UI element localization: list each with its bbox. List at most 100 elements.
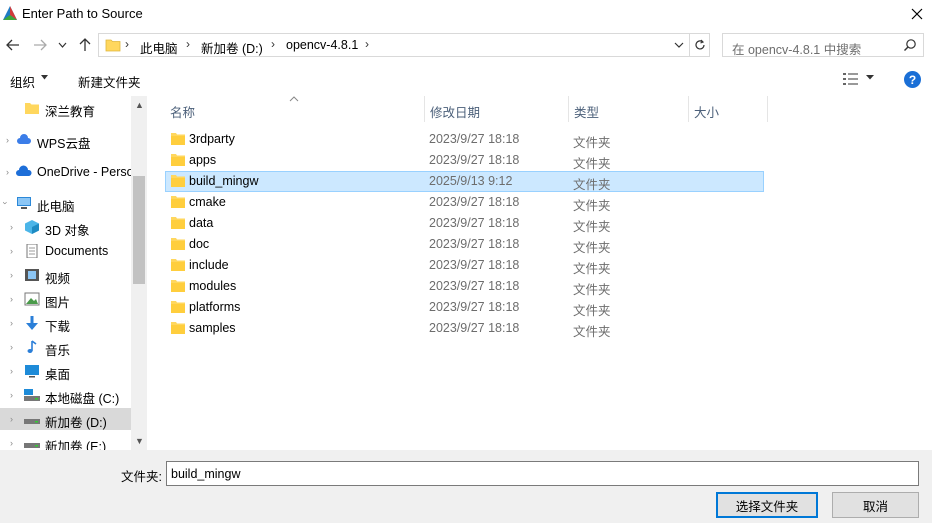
nav-item-drive-c[interactable]: › 本地磁盘 (C:) [0, 384, 131, 406]
forward-button[interactable] [31, 36, 49, 54]
nav-item-label: 新加卷 (D:) [45, 416, 107, 430]
nav-item-wps-cloud[interactable]: › WPS云盘 [0, 129, 131, 151]
breadcrumb-opencv[interactable]: opencv-4.8.1 [286, 38, 358, 52]
table-row[interactable]: include 2023/9/27 18:18 文件夹 [165, 255, 764, 276]
nav-item-label: 音乐 [45, 344, 71, 358]
table-row[interactable]: data 2023/9/27 18:18 文件夹 [165, 213, 764, 234]
table-row[interactable]: apps 2023/9/27 18:18 文件夹 [165, 150, 764, 171]
chevron-right-icon[interactable]: › [10, 318, 13, 328]
search-placeholder: 在 opencv-4.8.1 中搜索 [732, 43, 862, 57]
file-name: modules [189, 279, 237, 293]
file-type: 文件夹 [573, 157, 611, 171]
new-folder-button[interactable]: 新建文件夹 [78, 72, 141, 91]
music-icon [27, 340, 37, 353]
chevron-down-icon[interactable] [674, 39, 684, 51]
drive-icon [24, 443, 40, 448]
nav-item-desktop[interactable]: › 桌面 [0, 360, 131, 382]
nav-item-drive-d[interactable]: › 新加卷 (D:) [0, 408, 131, 430]
chevron-right-icon[interactable]: › [10, 270, 13, 280]
scroll-up-icon[interactable]: ▲ [135, 100, 144, 110]
nav-item-documents[interactable]: › Documents [0, 240, 131, 262]
file-date: 2025/9/13 9:12 [429, 174, 513, 188]
column-header-date[interactable]: 修改日期 [425, 96, 569, 122]
navigation-scrollbar[interactable]: ▲ ▼ [131, 96, 147, 450]
file-name: cmake [189, 195, 226, 209]
file-type: 文件夹 [573, 283, 611, 297]
up-button[interactable] [76, 36, 94, 54]
folder-icon [171, 322, 185, 334]
chevron-down-icon[interactable]: › [1, 202, 11, 205]
window-title: Enter Path to Source [22, 6, 143, 21]
desktop-icon [25, 365, 39, 378]
nav-item-shenlan[interactable]: 深兰教育 [0, 97, 131, 119]
select-folder-button[interactable]: 选择文件夹 [716, 492, 818, 518]
nav-item-label: Documents [45, 244, 109, 258]
breadcrumb-separator: › [271, 37, 275, 51]
nav-item-music[interactable]: › 音乐 [0, 336, 131, 358]
table-row[interactable]: platforms 2023/9/27 18:18 文件夹 [165, 297, 764, 318]
view-options-icon[interactable] [842, 71, 860, 87]
file-type: 文件夹 [573, 262, 611, 276]
file-type: 文件夹 [573, 304, 611, 318]
chevron-right-icon[interactable]: › [6, 167, 9, 177]
nav-item-pictures[interactable]: › 图片 [0, 288, 131, 310]
file-name: build_mingw [189, 174, 259, 188]
nav-item-label: 视频 [45, 272, 71, 286]
drive-icon [24, 389, 40, 401]
chevron-right-icon[interactable]: › [6, 135, 9, 145]
nav-item-onedrive[interactable]: › OneDrive - Perso [0, 161, 134, 183]
chevron-right-icon[interactable]: › [10, 390, 13, 400]
chevron-down-icon [58, 42, 66, 48]
folder-icon [105, 39, 121, 52]
chevron-right-icon[interactable]: › [10, 294, 13, 304]
caret-down-icon[interactable] [866, 75, 874, 80]
help-button[interactable]: ? [904, 71, 921, 88]
file-name: include [189, 258, 229, 272]
nav-item-drive-e[interactable]: › 新加卷 (E:) [0, 432, 131, 450]
address-bar[interactable]: › 此电脑 › 新加卷 (D:) › opencv-4.8.1 › [98, 33, 690, 57]
scroll-down-icon[interactable]: ▼ [135, 436, 144, 446]
column-header-name[interactable]: 名称 [165, 96, 425, 122]
file-type: 文件夹 [573, 199, 611, 213]
arrow-up-icon [79, 38, 91, 51]
nav-item-3d-objects[interactable]: › 3D 对象 [0, 216, 131, 238]
nav-item-this-pc[interactable]: › 此电脑 [0, 192, 131, 214]
cancel-button[interactable]: 取消 [832, 492, 919, 518]
breadcrumb-drive-d[interactable]: 新加卷 (D:) [201, 38, 263, 57]
column-header-size[interactable]: 大小 [689, 96, 768, 122]
chevron-right-icon[interactable]: › [10, 438, 13, 448]
column-header-type[interactable]: 类型 [569, 96, 689, 122]
search-input[interactable]: 在 opencv-4.8.1 中搜索 [722, 33, 924, 57]
breadcrumb-this-pc[interactable]: 此电脑 [140, 38, 178, 57]
drive-icon [24, 419, 40, 424]
back-button[interactable] [4, 36, 22, 54]
table-row[interactable]: samples 2023/9/27 18:18 文件夹 [165, 318, 764, 339]
chevron-right-icon[interactable]: › [10, 246, 13, 256]
file-date: 2023/9/27 18:18 [429, 237, 520, 251]
file-date: 2023/9/27 18:18 [429, 195, 520, 209]
organize-button[interactable]: 组织 [10, 72, 35, 91]
file-list: 名称 修改日期 类型 大小 3rdparty 2023/9/27 18:18 文… [149, 96, 932, 450]
close-button[interactable] [906, 4, 928, 24]
file-date: 2023/9/27 18:18 [429, 153, 520, 167]
table-row[interactable]: modules 2023/9/27 18:18 文件夹 [165, 276, 764, 297]
file-name: data [189, 216, 214, 230]
table-row[interactable]: cmake 2023/9/27 18:18 文件夹 [165, 192, 764, 213]
chevron-right-icon[interactable]: › [10, 222, 13, 232]
chevron-right-icon[interactable]: › [10, 366, 13, 376]
scrollbar-thumb[interactable] [133, 176, 145, 284]
folder-name-input[interactable] [166, 461, 919, 486]
refresh-button[interactable] [690, 33, 710, 57]
table-row[interactable]: 3rdparty 2023/9/27 18:18 文件夹 [165, 129, 764, 150]
chevron-right-icon[interactable]: › [10, 342, 13, 352]
caret-down-icon [41, 75, 48, 80]
file-date: 2023/9/27 18:18 [429, 321, 520, 335]
column-header-label: 大小 [694, 106, 720, 120]
recent-locations-button[interactable] [56, 36, 68, 54]
nav-item-videos[interactable]: › 视频 [0, 264, 131, 286]
table-row-selected[interactable]: build_mingw 2025/9/13 9:12 文件夹 [165, 171, 764, 192]
nav-item-downloads[interactable]: › 下载 [0, 312, 131, 334]
chevron-right-icon[interactable]: › [10, 414, 13, 424]
table-row[interactable]: doc 2023/9/27 18:18 文件夹 [165, 234, 764, 255]
folder-icon [171, 133, 185, 145]
